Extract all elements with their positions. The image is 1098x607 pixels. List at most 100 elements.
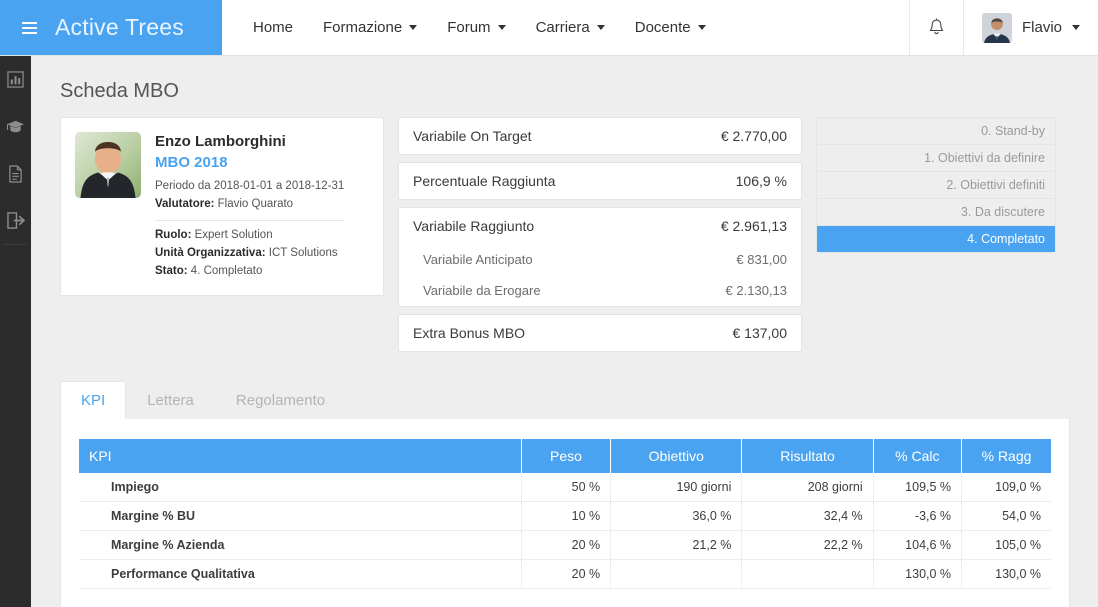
cell-kpi: Margine % BU	[79, 501, 522, 531]
bar-chart-icon	[7, 71, 24, 88]
summary-group: Variabile On Target € 2.770,00	[398, 117, 802, 155]
cell-peso: 20 %	[521, 530, 612, 560]
status-step-1[interactable]: 1. Obiettivi da definire	[817, 145, 1055, 172]
tabs-section: KPI Lettera Regolamento KPI Peso Obietti…	[31, 359, 1098, 607]
status-step-3[interactable]: 3. Da discutere	[817, 199, 1055, 226]
cell-kpi: Impiego	[79, 473, 522, 502]
tab-lettera[interactable]: Lettera	[126, 381, 215, 419]
profile-card: Enzo Lamborghini MBO 2018 Periodo da 201…	[60, 117, 384, 296]
table-row: Margine % Azienda 20 % 21,2 % 22,2 % 104…	[79, 530, 1051, 560]
cell-kpi: Margine % Azienda	[79, 530, 522, 560]
user-name: Flavio	[1021, 19, 1062, 36]
summary-label: Variabile da Erogare	[423, 283, 541, 298]
unita-value: ICT Solutions	[268, 247, 338, 260]
status-step-2[interactable]: 2. Obiettivi definiti	[817, 172, 1055, 199]
top-navbar: Active Trees Home Formazione Forum Carri…	[0, 0, 1098, 56]
employee-photo	[75, 132, 141, 198]
mbo-year-link[interactable]: MBO 2018	[155, 152, 344, 178]
status-step-4[interactable]: 4. Completato	[817, 226, 1055, 252]
main-nav: Home Formazione Forum Carriera Docente	[222, 0, 721, 55]
cell-obiettivo	[610, 559, 743, 589]
user-menu[interactable]: Flavio	[962, 0, 1098, 55]
summary-row: Variabile da Erogare € 2.130,13	[399, 275, 801, 306]
navbar-right: Flavio	[908, 0, 1098, 55]
cell-obiettivo: 36,0 %	[610, 501, 743, 531]
hamburger-icon[interactable]	[22, 21, 37, 34]
status-step-0[interactable]: 0. Stand-by	[817, 118, 1055, 145]
summary-label: Variabile Raggiunto	[413, 218, 535, 234]
cell-risultato: 32,4 %	[741, 501, 874, 531]
stato-label: Stato:	[155, 265, 188, 277]
status-steps: 0. Stand-by 1. Obiettivi da definire 2. …	[816, 117, 1056, 253]
chevron-down-icon	[1072, 25, 1080, 30]
ruolo-value: Expert Solution	[194, 229, 273, 242]
cell-perc-calc: 130,0 %	[873, 559, 963, 589]
kpi-table: KPI Peso Obiettivo Risultato % Calc % Ra…	[79, 439, 1051, 589]
cell-perc-calc: 109,5 %	[873, 473, 963, 502]
notifications-button[interactable]	[908, 0, 963, 55]
summary-group: Percentuale Raggiunta 106,9 %	[398, 162, 802, 200]
summary-row: Variabile On Target € 2.770,00	[399, 118, 801, 154]
table-row: Impiego 50 % 190 giorni 208 giorni 109,5…	[79, 473, 1051, 502]
nav-item-carriera[interactable]: Carriera	[521, 11, 620, 44]
summary-value: € 831,00	[736, 252, 787, 267]
sidebar-item-formazione[interactable]	[0, 103, 31, 150]
sidebar-item-logout[interactable]	[0, 197, 31, 244]
brand-title: Active Trees	[55, 14, 184, 40]
table-row: Margine % BU 10 % 36,0 % 32,4 % -3,6 % 5…	[79, 501, 1051, 531]
cell-obiettivo: 190 giorni	[610, 473, 743, 502]
sidebar-item-reports[interactable]	[0, 56, 31, 103]
nav-item-docente[interactable]: Docente	[620, 11, 721, 44]
summary-label: Extra Bonus MBO	[413, 325, 526, 341]
table-header-row: KPI Peso Obiettivo Risultato % Calc % Ra…	[79, 439, 1051, 473]
brand-area: Active Trees	[0, 0, 222, 55]
col-peso: Peso	[521, 439, 612, 473]
nav-label: Formazione	[323, 19, 403, 36]
nav-item-home[interactable]: Home	[238, 11, 308, 44]
summary-value: 106,9 %	[735, 173, 787, 189]
cell-risultato: 22,2 %	[741, 530, 874, 560]
summary-label: Variabile Anticipato	[423, 252, 533, 267]
cell-peso: 50 %	[521, 473, 612, 502]
tab-kpi[interactable]: KPI	[60, 381, 127, 419]
stato-line: Stato: 4. Completato	[155, 263, 344, 281]
unita-line: Unità Organizzativa: ICT Solutions	[155, 245, 344, 263]
page-title: Scheda MBO	[60, 80, 179, 102]
period-line: Periodo da 2018-01-01 a 2018-12-31	[155, 179, 345, 192]
cell-perc-ragg: 54,0 %	[961, 501, 1051, 531]
avatar	[981, 12, 1012, 43]
summary-value: € 2.961,13	[720, 218, 787, 234]
app-root: Active Trees Home Formazione Forum Carri…	[0, 0, 1098, 607]
summary-value: € 2.130,13	[725, 283, 787, 298]
col-risultato: Risultato	[741, 439, 874, 473]
chevron-down-icon	[409, 25, 418, 30]
kpi-table-body: Impiego 50 % 190 giorni 208 giorni 109,5…	[79, 473, 1051, 589]
cell-obiettivo: 21,2 %	[610, 530, 743, 560]
sidebar-divider	[4, 244, 27, 245]
col-kpi: KPI	[79, 439, 522, 473]
chevron-down-icon	[596, 25, 605, 30]
summary-row: Percentuale Raggiunta 106,9 %	[399, 163, 801, 199]
tab-bar: KPI Lettera Regolamento	[60, 381, 1070, 419]
cell-perc-calc: -3,6 %	[873, 501, 963, 531]
main-content: Scheda MBO Enzo Lamborghini MBO 2018 Per…	[31, 56, 1098, 607]
summary-row: Variabile Anticipato € 831,00	[399, 244, 801, 275]
nav-label: Forum	[447, 19, 491, 36]
cell-perc-ragg: 105,0 %	[961, 530, 1051, 560]
summary-group: Extra Bonus MBO € 137,00	[398, 314, 802, 352]
cell-perc-calc: 104,6 %	[873, 530, 963, 560]
summary-value: € 2.770,00	[720, 128, 787, 144]
summary-row: Variabile Raggiunto € 2.961,13	[399, 208, 801, 244]
nav-item-forum[interactable]: Forum	[432, 11, 520, 44]
nav-item-formazione[interactable]: Formazione	[308, 11, 432, 44]
summary-value: € 137,00	[732, 325, 788, 341]
employee-name: Enzo Lamborghini	[155, 133, 286, 150]
valutatore-value: Flavio Quarato	[217, 197, 294, 210]
cell-perc-ragg: 130,0 %	[961, 559, 1051, 589]
sidebar-item-documents[interactable]	[0, 150, 31, 197]
col-perc-ragg: % Ragg	[961, 439, 1051, 473]
profile-divider	[155, 220, 345, 222]
summary-group: Variabile Raggiunto € 2.961,13 Variabile…	[398, 207, 802, 307]
stato-value: 4. Completato	[190, 265, 263, 277]
tab-regolamento[interactable]: Regolamento	[214, 381, 347, 419]
